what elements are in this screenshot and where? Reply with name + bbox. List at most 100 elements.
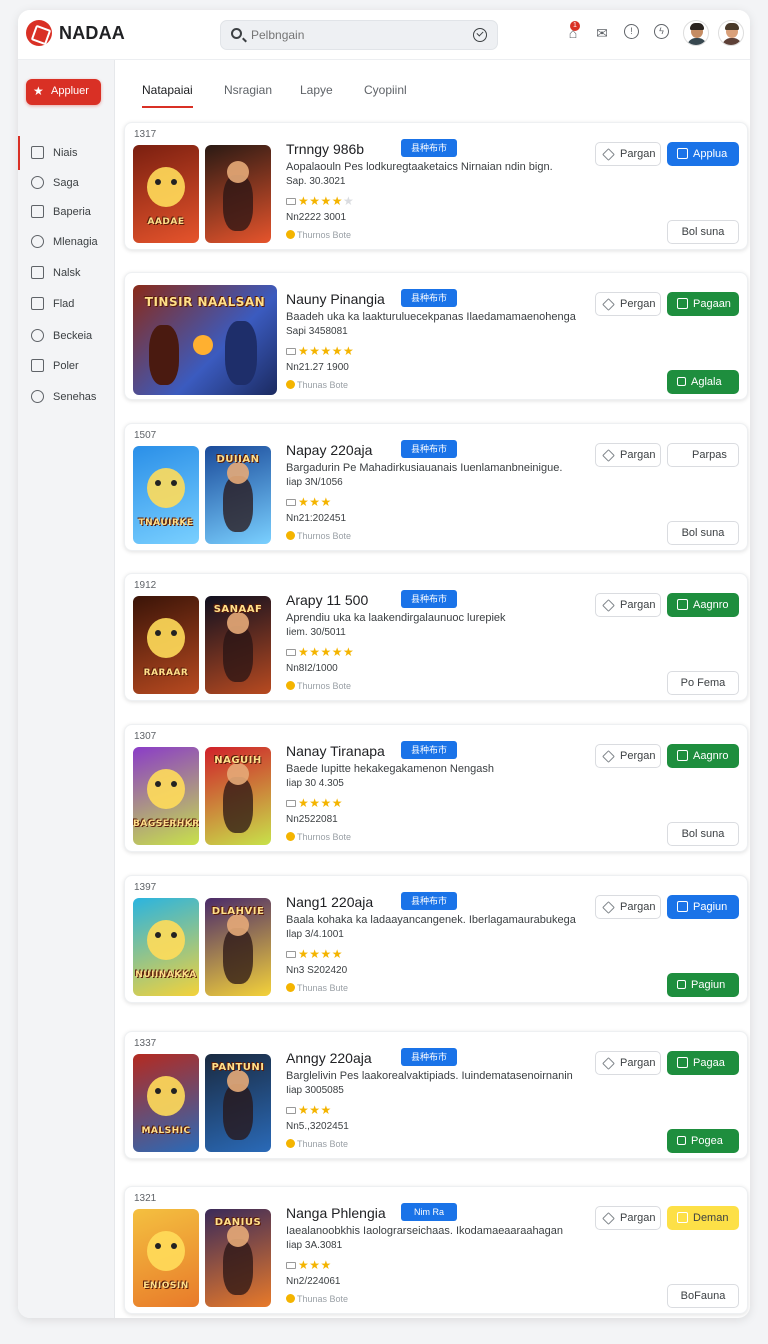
release-date: Iiap 30 4.305 [286,778,344,789]
secondary-button[interactable]: Pergan [595,292,661,316]
game-description: Aprendiu uka ka laakendirgalaunuoc lurep… [286,612,506,624]
search-input[interactable] [251,25,461,45]
secondary-button[interactable]: Pargan [595,142,661,166]
game-title[interactable]: Anngy 220aja [286,1050,372,1066]
game-card[interactable]: 1507 TNAUIRKE DUIIAN Napay 220aja 县种布市 B… [124,423,748,551]
cloud-icon [31,329,44,342]
game-title[interactable]: Nanga Phlengia [286,1205,386,1221]
game-artwork[interactable]: AADAE [133,145,199,243]
primary-button[interactable]: Pagiun [667,895,739,919]
pencil-icon [602,1057,615,1070]
tag-icon [31,205,44,218]
game-artwork[interactable]: TINSIR NAALSAN [133,285,277,395]
lower-action-button[interactable]: Bol suna [667,220,739,244]
sidebar-item-poler[interactable]: Poler [18,353,114,379]
primary-button[interactable]: Pagaan [667,292,739,316]
game-artwork[interactable]: NUIINAKKA [133,898,199,996]
primary-button[interactable]: Parpas [667,443,739,467]
coin-icon [286,1139,295,1148]
tab-lapye[interactable]: Lapye [300,83,333,106]
game-artwork-secondary[interactable]: DANIUS [205,1209,271,1307]
checkbox-icon [677,901,688,912]
sidebar-item-saga[interactable]: Saga [18,170,114,196]
game-card[interactable]: 1321 ENIOSIN DANIUS Nanga Phlengia Nim R… [124,1186,748,1314]
game-title[interactable]: Trnngy 986b [286,141,364,157]
sidebar-item-mlenagia[interactable]: Mlenagia [18,229,114,255]
game-artwork[interactable]: TNAUIRKE [133,446,199,544]
sidebar-item-senehas[interactable]: Senehas [18,384,114,410]
lower-action-button[interactable]: Aglala [667,370,739,394]
lower-action-button[interactable]: BoFauna [667,1284,739,1308]
game-artwork-secondary[interactable]: PANTUNI [205,1054,271,1152]
game-artwork-secondary[interactable] [205,145,271,243]
lower-action-button[interactable]: Pogea [667,1129,739,1153]
game-card[interactable]: 1307 BAGSERHKR NAGUIH Nanay Tiranapa 县种布… [124,724,748,852]
coin-icon [286,531,295,540]
game-artwork[interactable]: MALSHIC [133,1054,199,1152]
circle-icon [31,390,44,403]
game-title[interactable]: Nauny Pinangia [286,291,385,307]
game-card[interactable]: 1397 NUIINAKKA DLAHVIE Nang1 220aja 县种布市… [124,875,748,1003]
search-bar[interactable] [220,20,498,50]
primary-button[interactable]: Applua [667,142,739,166]
sidebar-item-niais[interactable]: Niais [18,136,114,170]
game-title[interactable]: Arapy 11 500 [286,592,368,608]
tab-bar: Natapaiai Nsragian Lapye Cyopiinl [115,60,750,112]
game-title[interactable]: Nanay Tiranapa [286,743,385,759]
game-artwork-secondary[interactable]: SANAAF [205,596,271,694]
sidebar-item-nalsk[interactable]: Nalsk [18,260,114,286]
primary-button[interactable]: Aagnro [667,593,739,617]
checkbox-icon [677,148,688,159]
pencil-icon [602,148,615,161]
rating-box-icon [286,951,296,958]
sidebar-item-flad[interactable]: Flad [18,291,114,317]
game-card[interactable]: 1912 RARAAR SANAAF Arapy 11 500 县种布市 Apr… [124,573,748,701]
square-icon [31,297,44,310]
sidebar-item-baperia[interactable]: Baperia [18,199,114,225]
checkbox-icon [677,1212,688,1223]
primary-action-button[interactable]: ★ Appluer [26,79,101,105]
game-artwork-secondary[interactable]: NAGUIH [205,747,271,845]
brand-logo-icon[interactable] [26,20,52,46]
secondary-button[interactable]: Pargan [595,1051,661,1075]
game-card[interactable]: 1337 MALSHIC PANTUNI Anngy 220aja 县种布市 B… [124,1031,748,1159]
game-title[interactable]: Nang1 220aja [286,894,373,910]
tab-nsragian[interactable]: Nsragian [224,83,272,106]
game-artwork-secondary[interactable]: DLAHVIE [205,898,271,996]
tab-cyopiinl[interactable]: Cyopiinl [364,83,407,106]
lower-action-button[interactable]: Bol suna [667,521,739,545]
bolt-icon[interactable]: ϟ [654,24,669,39]
user-icon [31,235,44,248]
sidebar-item-beckeia[interactable]: Beckeia [18,323,114,349]
info-icon[interactable]: ! [624,24,639,39]
coin-icon [286,983,295,992]
primary-button[interactable]: Pagaa [667,1051,739,1075]
secondary-button[interactable]: Pargan [595,1206,661,1230]
avatar-secondary[interactable] [718,20,744,46]
secondary-button[interactable]: Pargan [595,593,661,617]
lower-action-button[interactable]: Bol suna [667,822,739,846]
primary-button[interactable]: Deman [667,1206,739,1230]
check-circle-icon[interactable] [473,28,487,42]
avatar[interactable] [683,20,709,46]
secondary-button[interactable]: Pergan [595,744,661,768]
rating-box-icon [286,198,296,205]
primary-button[interactable]: Aagnro [667,744,739,768]
game-artwork[interactable]: RARAAR [133,596,199,694]
game-artwork[interactable]: ENIOSIN [133,1209,199,1307]
game-artwork[interactable]: BAGSERHKR [133,747,199,845]
mail-icon[interactable]: ✉ [593,24,611,42]
game-title[interactable]: Napay 220aja [286,442,372,458]
game-artwork-secondary[interactable]: DUIIAN [205,446,271,544]
pencil-icon [602,750,615,763]
rating-box-icon [286,1262,296,1269]
tab-natapaiai[interactable]: Natapaiai [142,83,193,108]
rank-number: 1397 [134,882,157,893]
category-tag: Nim Ra [401,1203,457,1221]
game-card[interactable]: TINSIR NAALSAN Nauny Pinangia 县种布市 Baade… [124,272,748,400]
secondary-button[interactable]: Pargan [595,443,661,467]
lower-action-button[interactable]: Po Fema [667,671,739,695]
game-card[interactable]: 1317 AADAE Trnngy 986b 县种布市 Aopalaouln P… [124,122,748,250]
secondary-button[interactable]: Pargan [595,895,661,919]
lower-action-button[interactable]: Pagiun [667,973,739,997]
